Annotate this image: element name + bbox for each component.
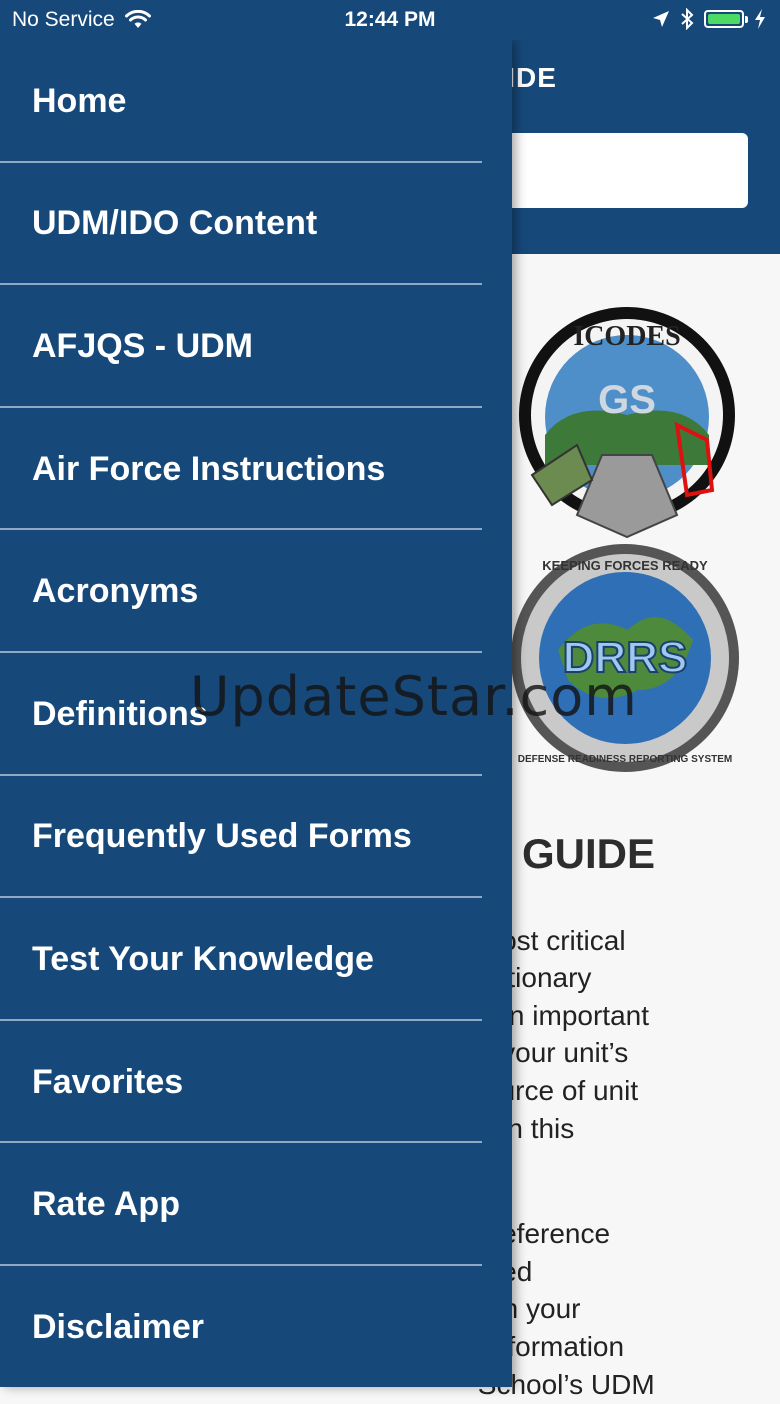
menu-item-label: Rate App — [32, 1185, 180, 1224]
menu-item-home[interactable]: Home — [0, 40, 512, 163]
menu-item-test-your-knowledge[interactable]: Test Your Knowledge — [0, 898, 512, 1021]
bluetooth-icon — [681, 8, 694, 30]
menu-item-label: Disclaimer — [32, 1307, 204, 1346]
status-bar: No Service 12:44 PM — [0, 0, 780, 40]
menu-item-label: Air Force Instructions — [32, 449, 386, 488]
drrs-logo-center-text: DRRS — [563, 633, 688, 682]
menu-item-label: Definitions — [32, 694, 208, 733]
status-right — [652, 8, 766, 30]
icodes-logo-center-text: GS — [598, 378, 656, 422]
menu-item-definitions[interactable]: Definitions — [0, 653, 512, 776]
location-arrow-icon — [653, 11, 669, 27]
battery-icon — [704, 10, 748, 28]
icodes-logo-top-text: ICODES — [573, 321, 680, 352]
drrs-logo-top-text: KEEPING FORCES READY — [542, 558, 708, 573]
menu-item-label: AFJQS - UDM — [32, 326, 253, 365]
charging-bolt-icon — [755, 9, 765, 29]
drawer-menu: Home UDM/IDO Content AFJQS - UDM Air For… — [0, 40, 512, 1387]
battery-fill — [708, 14, 740, 24]
menu-item-udm-ido-content[interactable]: UDM/IDO Content — [0, 163, 512, 286]
menu-item-afjqs-udm[interactable]: AFJQS - UDM — [0, 285, 512, 408]
menu-item-label: Test Your Knowledge — [32, 939, 374, 978]
menu-item-air-force-instructions[interactable]: Air Force Instructions — [0, 408, 512, 531]
icodes-logo: ICODES GS — [519, 307, 735, 539]
menu-item-label: Frequently Used Forms — [32, 817, 412, 856]
menu-item-label: Acronyms — [32, 572, 199, 611]
menu-item-label: Home — [32, 81, 127, 120]
content-heading: GUIDE — [522, 830, 656, 877]
navigation-drawer: Home UDM/IDO Content AFJQS - UDM Air For… — [0, 40, 512, 1387]
status-time: 12:44 PM — [344, 8, 436, 31]
menu-item-favorites[interactable]: Favorites — [0, 1021, 512, 1144]
menu-item-label: UDM/IDO Content — [32, 204, 318, 243]
menu-item-rate-app[interactable]: Rate App — [0, 1143, 512, 1266]
drrs-logo-ring-text: DEFENSE READINESS REPORTING SYSTEM — [518, 754, 732, 765]
drrs-logo: KEEPING FORCES READY DRRS DEFENSE READIN… — [511, 544, 739, 772]
menu-item-acronyms[interactable]: Acronyms — [0, 530, 512, 653]
menu-item-label: Favorites — [32, 1062, 184, 1101]
menu-item-frequently-used-forms[interactable]: Frequently Used Forms — [0, 776, 512, 899]
menu-item-disclaimer[interactable]: Disclaimer — [0, 1266, 512, 1387]
